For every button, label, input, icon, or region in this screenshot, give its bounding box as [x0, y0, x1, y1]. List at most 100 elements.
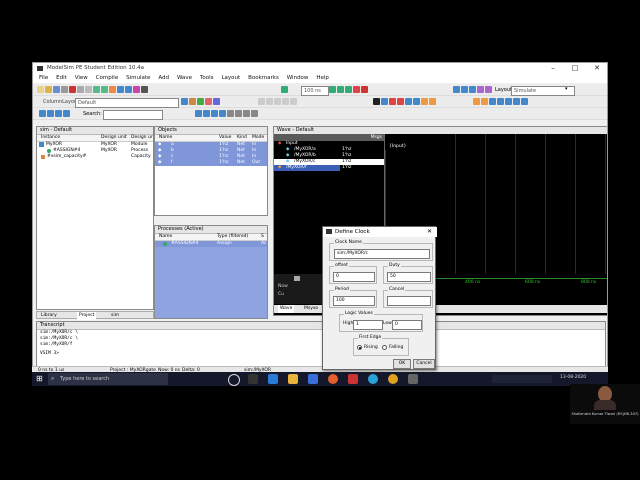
continue-run-icon[interactable]	[337, 86, 344, 93]
tab-msyxo[interactable]: Msyxo	[304, 305, 318, 313]
memory-icon[interactable]	[189, 98, 196, 105]
wave-add-icon[interactable]	[181, 98, 188, 105]
col-design-unit[interactable]: Design unit	[101, 135, 127, 141]
transition-down-icon[interactable]	[513, 98, 520, 105]
paste-icon[interactable]	[85, 86, 92, 93]
menu-compile[interactable]: Compile	[96, 74, 119, 83]
wave-radix-icon[interactable]	[235, 110, 242, 117]
watch-icon[interactable]	[213, 98, 220, 105]
undo-icon[interactable]	[93, 86, 100, 93]
zoom-out-wave-icon[interactable]	[203, 110, 210, 117]
col-process-type[interactable]: Type (filtered)	[217, 234, 248, 240]
new-file-icon[interactable]	[37, 86, 44, 93]
col-name[interactable]: Name	[159, 135, 172, 141]
zoom-region-icon[interactable]	[211, 110, 218, 117]
transition-search-icon[interactable]	[521, 98, 528, 105]
tab-library[interactable]: Library	[41, 312, 57, 320]
col-design-unit-type[interactable]: Design ur	[131, 135, 153, 141]
minimize-button[interactable]: –	[542, 63, 564, 74]
cortana-icon[interactable]	[228, 374, 240, 386]
column-layout-select[interactable]: Default	[75, 98, 179, 108]
step-icon[interactable]	[453, 86, 460, 93]
chevron-down-icon[interactable]: ▾	[565, 86, 568, 92]
col-mode[interactable]: Mode	[252, 135, 264, 141]
break-icon[interactable]	[141, 86, 148, 93]
step-over-icon[interactable]	[461, 86, 468, 93]
transition-next-icon[interactable]	[497, 98, 504, 105]
menu-add[interactable]: Add	[158, 74, 169, 83]
zoom-in-wave-icon[interactable]	[195, 110, 202, 117]
menu-simulate[interactable]: Simulate	[126, 74, 150, 83]
low-input[interactable]: 0	[392, 320, 422, 330]
high-input[interactable]: 1	[353, 320, 383, 330]
cancel-time-input[interactable]	[387, 296, 431, 306]
menu-bookmarks[interactable]: Bookmarks	[248, 74, 279, 83]
expand-icon[interactable]	[421, 98, 428, 105]
zoom-cursor-icon[interactable]	[413, 98, 420, 105]
rising-radio[interactable]	[357, 345, 362, 350]
file-explorer-icon[interactable]	[288, 374, 298, 384]
run-length-field[interactable]: 100 ns	[301, 86, 329, 96]
redo-icon[interactable]	[101, 86, 108, 93]
find-icon[interactable]	[109, 86, 116, 93]
menu-help[interactable]: Help	[316, 74, 329, 83]
run-all-icon[interactable]	[345, 86, 352, 93]
tab-project[interactable]: Project	[77, 312, 97, 320]
simulate-icon[interactable]	[133, 86, 140, 93]
menu-tools[interactable]: Tools	[200, 74, 214, 83]
falling-radio[interactable]	[382, 345, 387, 350]
modelsim-taskbar-icon[interactable]	[408, 374, 418, 384]
col-process-name[interactable]: Name	[159, 234, 172, 240]
bookmark-add-icon[interactable]	[481, 98, 488, 105]
store-icon[interactable]	[308, 374, 318, 384]
cursor-icon[interactable]	[294, 276, 300, 281]
close-icon[interactable]: ✕	[427, 227, 432, 237]
find-previous-icon[interactable]	[282, 98, 289, 105]
menu-wave[interactable]: Wave	[177, 74, 192, 83]
transition-up-icon[interactable]	[505, 98, 512, 105]
menu-view[interactable]: View	[75, 74, 88, 83]
clock-name-input[interactable]: sim:/MyXOR/c	[334, 249, 430, 259]
task-view-icon[interactable]	[248, 374, 258, 384]
open-folder-icon[interactable]	[45, 86, 52, 93]
zoom-mode-icon[interactable]	[381, 98, 388, 105]
wave-height-icon[interactable]	[243, 110, 250, 117]
restart-icon[interactable]	[281, 86, 288, 93]
wave-format-icon[interactable]	[227, 110, 234, 117]
step-out-icon[interactable]	[469, 86, 476, 93]
menu-window[interactable]: Window	[287, 74, 309, 83]
find-next-icon[interactable]	[290, 98, 297, 105]
taskbar-search-box[interactable]: ⌕ Type here to search	[48, 373, 168, 385]
object-row-f[interactable]: ◆ f 1'hz Net Out	[155, 160, 267, 166]
cut-icon[interactable]	[69, 86, 76, 93]
cancel-button[interactable]: Cancel	[413, 359, 435, 369]
bookmark-icon[interactable]	[473, 98, 480, 105]
col-process-state[interactable]: S	[261, 234, 264, 240]
back-icon[interactable]	[39, 110, 46, 117]
duty-input[interactable]: 50	[387, 272, 431, 282]
edge-icon[interactable]	[268, 374, 278, 384]
close-button[interactable]: ✕	[586, 63, 607, 74]
period-input[interactable]: 100	[333, 296, 375, 306]
process-row-assign[interactable]: #ASSIGN#4 Assign Ac	[155, 241, 267, 247]
menu-edit[interactable]: Edit	[56, 74, 67, 83]
down-icon[interactable]	[63, 110, 70, 117]
tab-wave[interactable]: Wave	[278, 305, 295, 313]
col-kind[interactable]: Kind	[237, 135, 247, 141]
zoom-in-icon[interactable]	[389, 98, 396, 105]
forward-icon[interactable]	[47, 110, 54, 117]
compile-all-icon[interactable]	[125, 86, 132, 93]
maximize-button[interactable]: □	[564, 63, 586, 74]
run-icon[interactable]	[329, 86, 336, 93]
select-mode-icon[interactable]	[373, 98, 380, 105]
transcript-body[interactable]: sim:/MyXOR/c \ sim:/MyXOR/c \ sim:/MyXOR…	[37, 330, 605, 357]
offset-input[interactable]: 0	[333, 272, 375, 282]
col-value[interactable]: Value	[219, 135, 231, 141]
collapse-icon[interactable]	[429, 98, 436, 105]
wave-signal-f[interactable]: ◆/MyXOR/f	[274, 165, 340, 171]
menu-file[interactable]: File	[39, 74, 48, 83]
zoom-full-icon[interactable]	[405, 98, 412, 105]
list-icon[interactable]	[205, 98, 212, 105]
delete-cursor-icon[interactable]	[274, 98, 281, 105]
stop-icon[interactable]	[353, 86, 360, 93]
